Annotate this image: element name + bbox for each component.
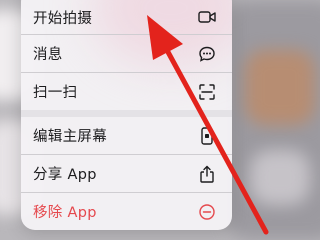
blurred-app-icon <box>250 150 310 205</box>
menu-section-gap <box>21 110 232 117</box>
menu-item-messages[interactable]: 消息 <box>21 35 232 72</box>
menu-item-label: 编辑主屏幕 <box>33 129 107 145</box>
menu-item-remove-app[interactable]: 移除 App <box>21 193 232 230</box>
scan-icon <box>198 83 216 101</box>
minus-circle-icon <box>198 203 216 221</box>
menu-item-label: 扫一扫 <box>33 85 78 101</box>
app-context-menu: 开始拍摄 消息 扫一扫 编辑主屏幕 分享 App 移除 App <box>21 0 232 230</box>
phone-edit-icon <box>198 126 216 145</box>
video-camera-icon <box>198 8 216 26</box>
menu-item-label: 移除 App <box>33 205 97 221</box>
share-icon <box>198 165 216 183</box>
menu-item-share-app[interactable]: 分享 App <box>21 155 232 192</box>
blurred-app-icon <box>245 50 315 125</box>
menu-item-scan[interactable]: 扫一扫 <box>21 73 232 110</box>
menu-item-label: 消息 <box>33 47 63 63</box>
message-bubble-icon <box>198 45 216 63</box>
menu-item-start-shooting[interactable]: 开始拍摄 <box>21 0 232 34</box>
menu-item-label: 开始拍摄 <box>33 10 93 27</box>
menu-item-label: 分享 App <box>33 167 97 183</box>
menu-item-edit-home-screen[interactable]: 编辑主屏幕 <box>21 117 232 154</box>
